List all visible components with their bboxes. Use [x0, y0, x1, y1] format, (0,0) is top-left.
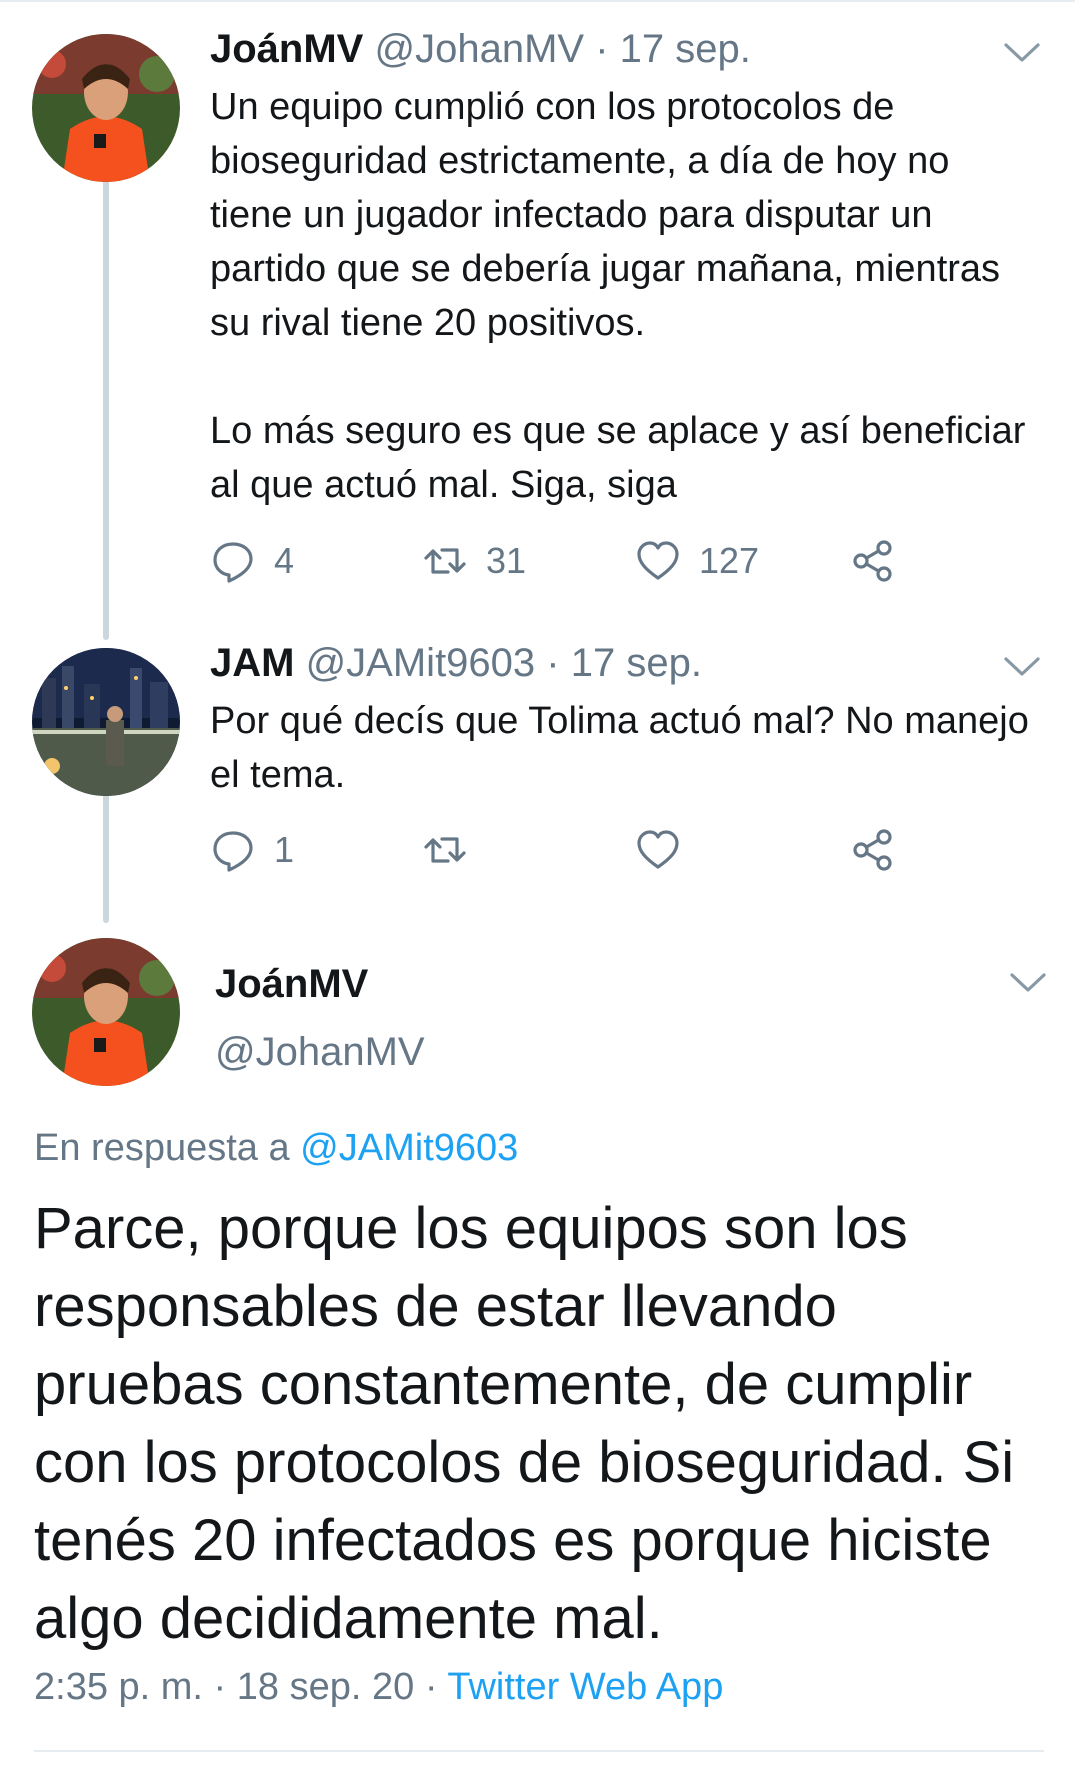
tweet-paragraph: Por qué decís que Tolima actuó mal? No m…	[210, 700, 1029, 796]
tweet-header: JAM @JAMit9603 · 17 sep.	[210, 640, 702, 686]
reply-button[interactable]: 4	[210, 536, 294, 586]
retweet-count: 31	[486, 540, 527, 581]
retweet-icon	[424, 548, 466, 574]
tweet-body: Un equipo cumplió con los protocolos de …	[210, 80, 1030, 512]
tweet-paragraph: Un equipo cumplió con los protocolos de …	[210, 86, 1001, 344]
thread-line	[103, 170, 109, 640]
retweet-button[interactable]	[422, 825, 468, 875]
chevron-down-icon[interactable]	[1008, 970, 1048, 996]
reply-button[interactable]: 1	[210, 825, 294, 875]
source-app-link[interactable]: Twitter Web App	[447, 1666, 723, 1708]
like-button[interactable]: 127	[635, 536, 759, 586]
share-button[interactable]	[850, 825, 896, 875]
avatar-player-orange-image	[32, 34, 180, 182]
separator: ·	[595, 27, 609, 71]
author-name[interactable]: JoánMV	[215, 962, 368, 1007]
tweet-header: JoánMV @JohanMV · 17 sep.	[210, 26, 751, 72]
separator: ·	[213, 1666, 227, 1708]
reply-prefix: En respuesta a	[34, 1127, 290, 1169]
reply-icon	[213, 831, 253, 872]
reply-mention-link[interactable]: @JAMit9603	[300, 1127, 518, 1169]
avatar-player-orange-image	[32, 938, 180, 1086]
tweet-full-date[interactable]: 18 sep. 20	[237, 1666, 414, 1708]
like-icon	[637, 830, 679, 869]
like-count: 127	[699, 540, 760, 581]
tweet-paragraph: Lo más seguro es que se aplace y así ben…	[210, 410, 1026, 506]
retweet-button[interactable]: 31	[422, 536, 526, 586]
author-handle[interactable]: @JohanMV	[215, 1030, 425, 1075]
share-button[interactable]	[850, 536, 896, 586]
tweet-actions: 4 31 127	[210, 536, 930, 586]
tweet-actions: 1	[210, 825, 930, 875]
author-handle[interactable]: @JAMit9603	[306, 641, 536, 685]
like-button[interactable]	[635, 825, 681, 875]
retweet-icon	[424, 837, 466, 863]
avatar[interactable]	[32, 938, 180, 1086]
share-icon	[853, 540, 892, 582]
reply-context: En respuesta a @JAMit9603	[34, 1127, 518, 1170]
like-icon	[637, 541, 679, 580]
tweet-time[interactable]: 2:35 p. m.	[34, 1666, 203, 1708]
main-tweet-text: Parce, porque los equipos son los respon…	[34, 1196, 1015, 1651]
chevron-down-icon[interactable]	[1002, 654, 1042, 680]
tweet-body: Por qué decís que Tolima actuó mal? No m…	[210, 694, 1030, 802]
tweet-meta: 2:35 p. m. · 18 sep. 20 · Twitter Web Ap…	[34, 1666, 723, 1709]
share-icon	[853, 829, 892, 871]
thread-line	[103, 783, 109, 923]
chevron-down-icon[interactable]	[1002, 40, 1042, 66]
avatar[interactable]	[32, 34, 180, 182]
separator: ·	[424, 1666, 438, 1708]
author-handle[interactable]: @JohanMV	[374, 27, 584, 71]
tweet-date[interactable]: 17 sep.	[620, 27, 751, 71]
reply-icon	[213, 542, 253, 583]
author-name[interactable]: JAM	[210, 641, 294, 685]
avatar-city-night-image	[32, 648, 180, 796]
reply-count: 1	[274, 829, 295, 870]
author-name[interactable]: JoánMV	[210, 27, 363, 71]
separator: ·	[546, 641, 560, 685]
avatar[interactable]	[32, 648, 180, 796]
top-divider	[0, 0, 1075, 2]
bottom-divider	[34, 1750, 1044, 1752]
tweet-date[interactable]: 17 sep.	[571, 641, 702, 685]
reply-count: 4	[274, 540, 295, 581]
